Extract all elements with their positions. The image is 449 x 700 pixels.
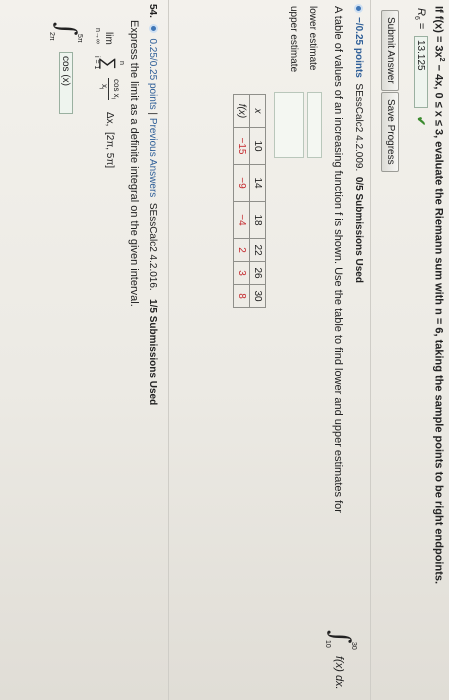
question-number: 54. — [147, 4, 158, 18]
correct-check-icon: ✔ — [414, 116, 428, 127]
lower-estimate-label: lower estimate — [307, 6, 318, 71]
q3-prompt: Express the limit as a definite integral… — [128, 20, 140, 307]
q1-statement: If f(x) = 3x2 − 4x, 0 ≤ x ≤ 3, evaluate … — [432, 6, 445, 585]
limit-expression: lim n→∞ n ∑ i = 1 cos xi xi Δx, [2π, 5π] — [93, 28, 125, 169]
table-cell: 8 — [233, 284, 250, 308]
q2-header: −/0.25 points SEssCalc2 4.2.009. 0/5 Sub… — [353, 17, 364, 283]
lower-estimate-input[interactable] — [307, 92, 322, 158]
r6-answer-field[interactable]: 13.125 — [414, 36, 428, 108]
table-cell: 18 — [249, 201, 266, 239]
previous-answers-link[interactable]: Previous Answers — [147, 118, 158, 197]
r6-label: R6 = — [412, 8, 427, 30]
values-table: x 10 14 18 22 26 30 f(x) −15 −9 −4 2 3 8 — [233, 94, 266, 308]
table-cell: −9 — [233, 164, 250, 202]
homework-page: If f(x) = 3x2 − 4x, 0 ≤ x ≤ 3, evaluate … — [0, 0, 449, 700]
table-row: x 10 14 18 22 26 30 — [249, 94, 266, 308]
table-row: f(x) −15 −9 −4 2 3 8 — [233, 94, 250, 308]
answer-integral: ∫ 5π 2π cos (x) — [43, 22, 83, 142]
save-progress-button[interactable]: Save Progress — [381, 92, 399, 172]
upper-estimate-input[interactable] — [274, 92, 304, 158]
table-cell: 26 — [249, 261, 266, 285]
table-cell: 10 — [249, 127, 266, 165]
definite-integral: ∫ 30 10 f(x) dx. — [324, 630, 357, 690]
status-dot-icon — [149, 23, 158, 33]
divider — [168, 0, 169, 700]
table-cell: 3 — [233, 261, 250, 285]
upper-estimate-label: upper estimate — [288, 6, 299, 73]
q3-header: 54. 0.25/0.25 points | Previous Answers … — [147, 4, 158, 406]
table-cell: 2 — [233, 238, 250, 262]
table-cell: 22 — [249, 238, 266, 262]
integrand-answer-field[interactable]: cos (x) — [59, 52, 73, 114]
table-cell: −15 — [233, 127, 250, 165]
q2-prompt: A table of values of an increasing funct… — [332, 6, 344, 513]
table-cell: 14 — [249, 164, 266, 202]
submit-answer-button[interactable]: Submit Answer — [381, 10, 399, 91]
table-cell: 30 — [249, 284, 266, 308]
summation-icon: ∑ — [99, 57, 119, 70]
table-header-x: x — [249, 94, 266, 128]
table-header-fx: f(x) — [233, 94, 250, 128]
divider — [370, 0, 371, 700]
table-cell: −4 — [233, 201, 250, 239]
status-dot-icon — [354, 4, 363, 13]
